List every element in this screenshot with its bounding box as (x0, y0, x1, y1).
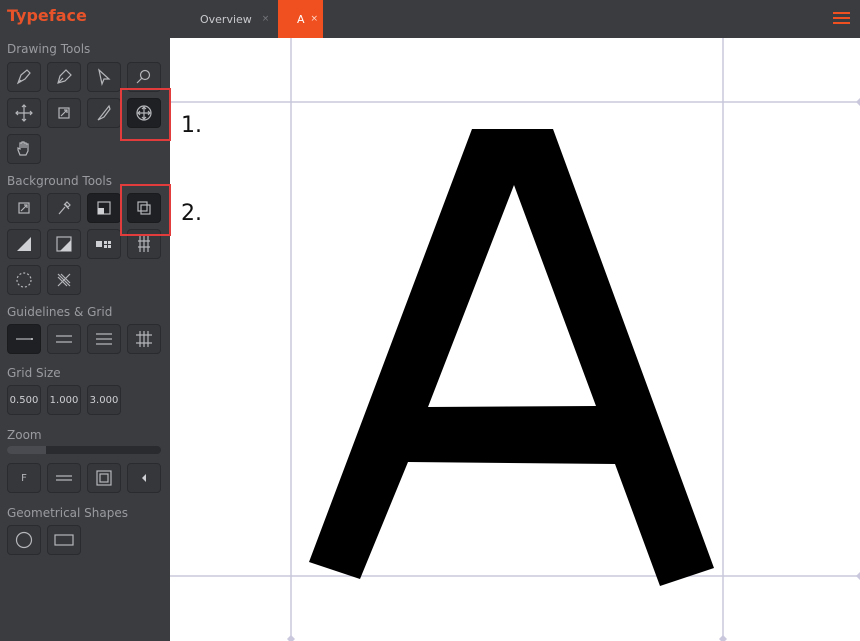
background-tools-title: Background Tools (7, 174, 112, 188)
dotted-lines-icon (138, 236, 150, 252)
rotate-square-icon (18, 202, 30, 214)
shapes-title: Geometrical Shapes (7, 506, 128, 520)
annotation-label: 1. (181, 113, 202, 138)
highlight-box-overlap (120, 184, 171, 236)
close-icon[interactable]: × (262, 14, 270, 24)
bg-contrast-button[interactable] (7, 229, 41, 259)
guide-handle[interactable] (856, 98, 860, 106)
annotation-label: 2. (181, 201, 202, 226)
pencil-tool-button[interactable] (7, 62, 41, 92)
hamburger-menu-icon[interactable] (833, 12, 850, 25)
guideline-triple-button[interactable] (87, 324, 121, 354)
knife-icon (97, 104, 111, 121)
grid-icon (136, 331, 152, 347)
circle-icon (15, 531, 33, 549)
move-arrows-icon (15, 104, 33, 122)
rotate-tool-button[interactable] (47, 98, 81, 128)
remove-x-icon (57, 273, 71, 287)
select-tool-button[interactable] (87, 62, 121, 92)
guide-handle[interactable] (856, 572, 860, 580)
hand-tool-button[interactable] (7, 134, 41, 164)
zoom-title: Zoom (7, 428, 42, 442)
rectangle-shape-button[interactable] (47, 525, 81, 555)
pen-nib-icon (57, 69, 72, 84)
guidelines-title: Guidelines & Grid (7, 305, 113, 319)
cursor-arrow-icon (98, 68, 111, 87)
contrast-triangle-icon (17, 237, 31, 251)
circle-shape-button[interactable] (7, 525, 41, 555)
pencil-icon (16, 69, 31, 85)
layer-square-icon (97, 201, 111, 215)
zoom-width-button[interactable] (47, 463, 81, 493)
tab-overview[interactable]: Overview × (200, 0, 278, 38)
grid-size-label: 3.000 (89, 395, 119, 406)
grid-size-0.5-button[interactable]: 0.500 (7, 385, 41, 415)
highlight-box-transform (120, 88, 171, 141)
bg-remove-button[interactable] (47, 265, 81, 295)
zoom-slider[interactable] (7, 446, 161, 454)
bg-grid-button[interactable] (87, 229, 121, 259)
bg-rotate-button[interactable] (7, 193, 41, 223)
grid-size-1-button[interactable]: 1.000 (47, 385, 81, 415)
eyedropper-icon (58, 201, 71, 215)
glyph-a-outline[interactable] (309, 129, 714, 586)
magnifier-icon (136, 69, 151, 84)
double-lines-icon (56, 335, 72, 343)
drawing-tools-title: Drawing Tools (7, 42, 91, 56)
tab-label: A (297, 12, 305, 26)
guide-handle[interactable] (287, 635, 295, 641)
glyph-canvas[interactable] (170, 38, 860, 641)
glyph-editor-svg (170, 38, 860, 641)
zoom-fit-button[interactable]: F (7, 463, 41, 493)
knife-tool-button[interactable] (87, 98, 121, 128)
eyedropper-button[interactable] (47, 193, 81, 223)
tab-glyph-a[interactable]: A × (278, 0, 323, 38)
rectangle-icon (54, 534, 74, 546)
hand-icon (17, 141, 29, 156)
bg-image-button[interactable] (47, 229, 81, 259)
app-title: Typeface (7, 6, 87, 25)
caret-left-icon (142, 474, 146, 482)
zoom-fit-label: F (21, 472, 27, 484)
dashed-circle-icon (16, 272, 32, 288)
frame-icon (96, 470, 112, 486)
tab-label: Overview (200, 12, 252, 26)
grid-toggle-button[interactable] (127, 324, 161, 354)
grid-size-3-button[interactable]: 3.000 (87, 385, 121, 415)
guideline-horizontal-button[interactable] (7, 324, 41, 354)
image-icon (56, 236, 72, 252)
grid-size-label: 1.000 (49, 395, 79, 406)
rotate-square-icon (58, 107, 70, 119)
collapse-panel-button[interactable] (127, 463, 161, 493)
bg-layer-button[interactable] (87, 193, 121, 223)
zoom-slider-fill (7, 446, 46, 454)
pen-tool-button[interactable] (47, 62, 81, 92)
triple-lines-icon (96, 333, 112, 345)
move-tool-button[interactable] (7, 98, 41, 128)
fit-width-icon (56, 475, 72, 481)
close-icon[interactable]: × (311, 14, 319, 24)
tab-bar: Overview × A × (170, 0, 860, 38)
guide-handle[interactable] (719, 635, 727, 641)
bg-dashed-circle-button[interactable] (7, 265, 41, 295)
horizontal-line-icon (16, 338, 33, 340)
grid-size-label: 0.500 (9, 395, 39, 406)
grid-size-title: Grid Size (7, 366, 61, 380)
guideline-double-button[interactable] (47, 324, 81, 354)
grid-blocks-icon (96, 241, 111, 248)
zoom-frame-button[interactable] (87, 463, 121, 493)
